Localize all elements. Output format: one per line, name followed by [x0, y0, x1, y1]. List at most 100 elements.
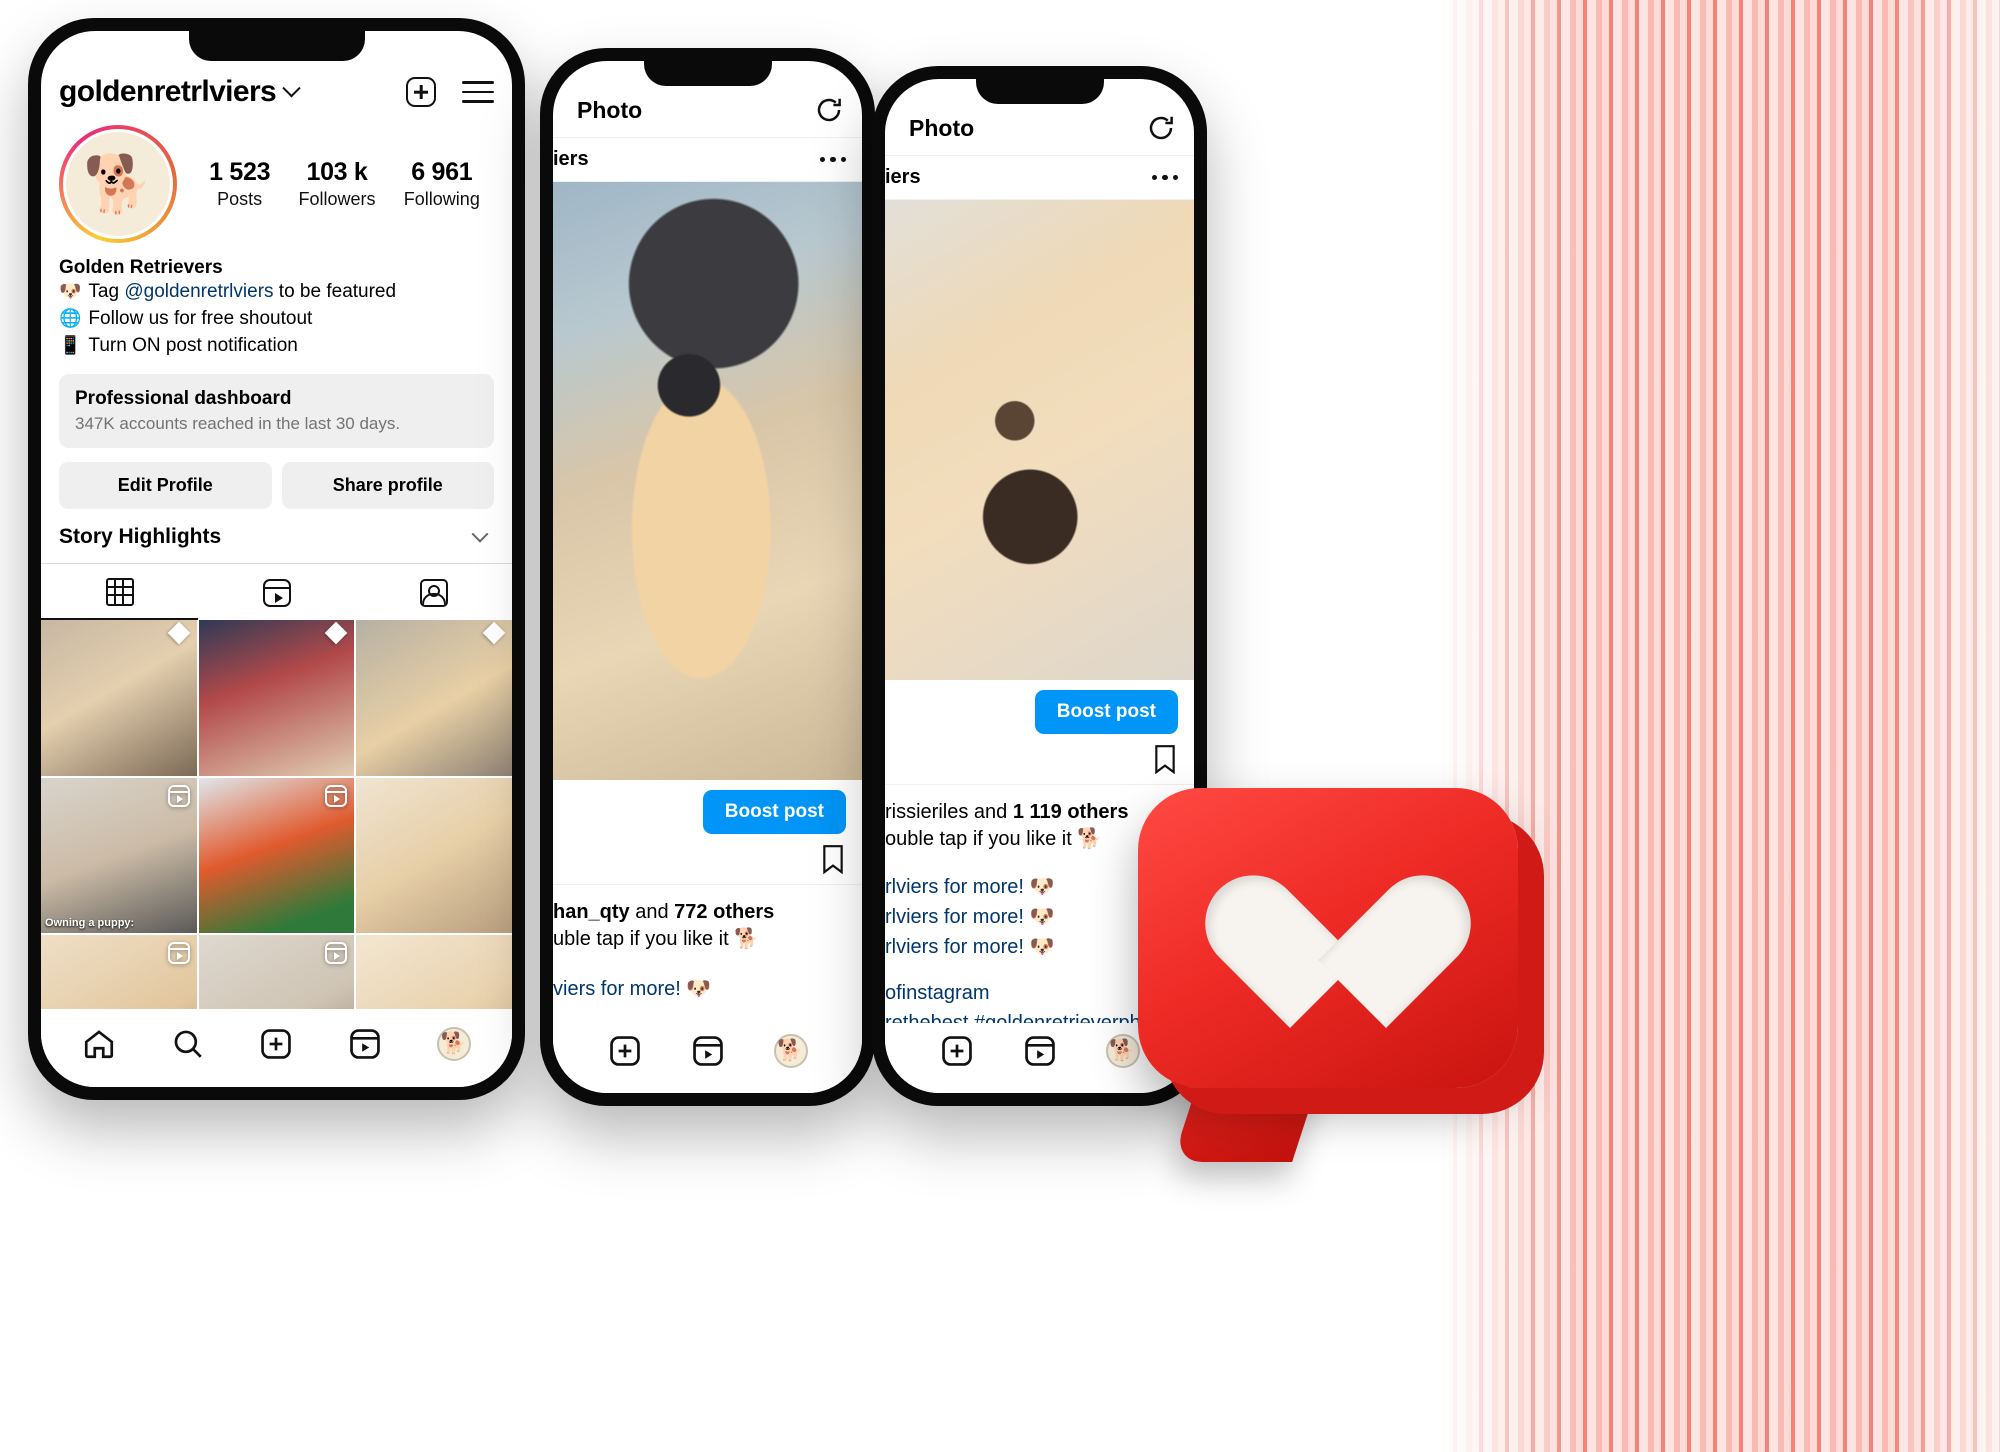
reels-badge-icon — [325, 942, 348, 965]
home-icon[interactable] — [82, 1027, 116, 1061]
stat-posts-value: 1 523 — [209, 158, 271, 186]
grid-post[interactable] — [41, 619, 197, 776]
bio-line-1-text: Tag @goldenretrlviers to be featured — [88, 281, 397, 302]
post-username[interactable]: iers — [553, 148, 589, 171]
grid-post[interactable] — [198, 619, 355, 776]
avatar-ring-inner: 🐕 — [63, 129, 173, 239]
post-middle-screen: Photo iers Boost post han_qty and 772 ot… — [553, 61, 862, 1093]
create-post-icon[interactable] — [608, 1034, 642, 1068]
post-caption-block: han_qty and 772 others uble tap if you l… — [553, 885, 862, 1004]
post-caption-line-2: viers for more! 🐶 — [553, 978, 712, 1000]
tab-grid[interactable] — [41, 564, 198, 620]
post-username[interactable]: iers — [885, 166, 921, 189]
bio-line-3-text: Turn ON post notification — [88, 334, 298, 356]
stat-following-value: 6 961 — [411, 158, 473, 186]
pin-icon — [325, 621, 348, 645]
bio-line-2: 🌐 Follow us for free shoutout — [59, 306, 494, 333]
post-photo[interactable] — [885, 200, 1194, 680]
stat-following[interactable]: 6 961 Following — [404, 158, 480, 210]
grid-post[interactable] — [356, 777, 512, 934]
dog-face-emoji-icon: 🐶 — [59, 281, 82, 301]
more-options-icon[interactable] — [1151, 174, 1178, 181]
refresh-icon[interactable] — [814, 95, 844, 125]
post-actions-row: Boost post — [553, 780, 862, 838]
stat-followers-label: Followers — [298, 189, 376, 209]
profile-tabs — [41, 562, 512, 620]
grid-post[interactable] — [356, 619, 512, 776]
stat-followers-value: 103 k — [306, 158, 368, 186]
pin-icon — [167, 621, 191, 645]
profile-username-text: goldenretrlviers — [59, 75, 277, 108]
phone-notch — [975, 79, 1104, 104]
reels-badge-icon — [167, 942, 190, 965]
like-badge-3d-icon — [1128, 770, 1568, 1170]
phone-profile: goldenretrlviers 🐕 1 523 Posts 103 k Fol… — [28, 18, 525, 1100]
decorative-stripes-mask — [1440, 0, 2000, 1452]
boost-post-button[interactable]: Boost post — [702, 790, 846, 834]
profile-username[interactable]: goldenretrlviers — [59, 75, 301, 109]
heart-icon — [1248, 880, 1423, 1040]
avatar[interactable]: 🐕 — [59, 125, 177, 243]
phone-post-middle: Photo iers Boost post han_qty and 772 ot… — [540, 48, 875, 1106]
reels-icon[interactable] — [691, 1034, 725, 1068]
bio-line-2-text: Follow us for free shoutout — [88, 307, 313, 329]
story-highlights-label: Story Highlights — [59, 524, 222, 548]
post-photo[interactable] — [553, 182, 862, 780]
bio-mention-link[interactable]: @goldenretrlviers — [124, 281, 273, 302]
post-header-title: Photo — [909, 114, 975, 141]
grid-icon — [105, 577, 134, 606]
globe-emoji-icon: 🌐 — [59, 307, 82, 328]
bio-line-1: 🐶 Tag @goldenretrlviers to be featured — [59, 279, 494, 306]
profile-header-icons — [406, 77, 494, 107]
post-header-title: Photo — [577, 96, 643, 123]
add-post-icon[interactable] — [406, 77, 436, 107]
grid-post[interactable] — [198, 777, 355, 934]
reels-icon[interactable] — [348, 1027, 382, 1061]
boost-post-button[interactable]: Boost post — [1034, 690, 1178, 734]
search-icon[interactable] — [171, 1027, 205, 1061]
create-post-icon[interactable] — [940, 1034, 974, 1068]
story-highlights-row[interactable]: Story Highlights — [59, 525, 494, 563]
stat-following-label: Following — [403, 189, 480, 209]
profile-action-buttons: Edit Profile Share profile — [59, 461, 494, 509]
reels-badge-icon — [167, 784, 190, 807]
profile-bio: Golden Retrievers 🐶 Tag @goldenretrlvier… — [59, 257, 494, 360]
more-options-icon[interactable] — [819, 156, 846, 163]
share-profile-button[interactable]: Share profile — [281, 461, 494, 509]
post-likes-text: han_qty and 772 others — [553, 901, 775, 923]
screenshot-root: goldenretrlviers 🐕 1 523 Posts 103 k Fol… — [0, 0, 2000, 1452]
menu-hamburger-icon[interactable] — [462, 81, 494, 103]
professional-dashboard-card[interactable]: Professional dashboard 347K accounts rea… — [59, 373, 494, 448]
profile-avatar-nav-icon[interactable]: 🐕 — [773, 1034, 808, 1068]
stat-followers[interactable]: 103 k Followers — [298, 158, 375, 210]
dashboard-title: Professional dashboard — [75, 387, 292, 409]
tab-reels[interactable] — [198, 564, 355, 620]
post-save-row — [553, 838, 862, 885]
profile-screen: goldenretrlviers 🐕 1 523 Posts 103 k Fol… — [41, 31, 512, 1087]
tab-tagged[interactable] — [355, 564, 512, 620]
grid-post[interactable]: Owning a puppy: — [41, 777, 197, 934]
phone-notch — [643, 61, 772, 86]
edit-profile-button[interactable]: Edit Profile — [59, 461, 272, 509]
create-post-icon[interactable] — [259, 1027, 293, 1061]
profile-avatar-nav-icon[interactable]: 🐕 — [436, 1026, 471, 1061]
post-user-row: iers — [885, 156, 1194, 200]
refresh-icon[interactable] — [1146, 113, 1176, 143]
post-caption-spacer — [553, 954, 862, 974]
avatar-image: 🐕 — [66, 132, 170, 236]
post-actions-row: Boost post — [885, 680, 1194, 738]
pin-icon — [482, 621, 506, 645]
profile-stats-row: 🐕 1 523 Posts 103 k Followers 6 961 Foll… — [59, 125, 494, 243]
profile-display-name: Golden Retrievers — [59, 257, 223, 278]
profile-stats: 1 523 Posts 103 k Followers 6 961 Follow… — [177, 158, 494, 210]
stat-posts[interactable]: 1 523 Posts — [209, 158, 270, 210]
like-badge-body — [1138, 788, 1518, 1088]
reels-icon[interactable] — [1023, 1034, 1057, 1068]
bookmark-icon[interactable] — [820, 844, 846, 876]
chevron-down-icon[interactable] — [282, 78, 301, 97]
grid-post-caption: Owning a puppy: — [45, 917, 135, 930]
profile-top: goldenretrlviers 🐕 1 523 Posts 103 k Fol… — [41, 31, 512, 563]
stat-posts-label: Posts — [217, 189, 263, 209]
chevron-down-icon[interactable] — [471, 525, 489, 543]
phone-notch — [188, 31, 365, 61]
